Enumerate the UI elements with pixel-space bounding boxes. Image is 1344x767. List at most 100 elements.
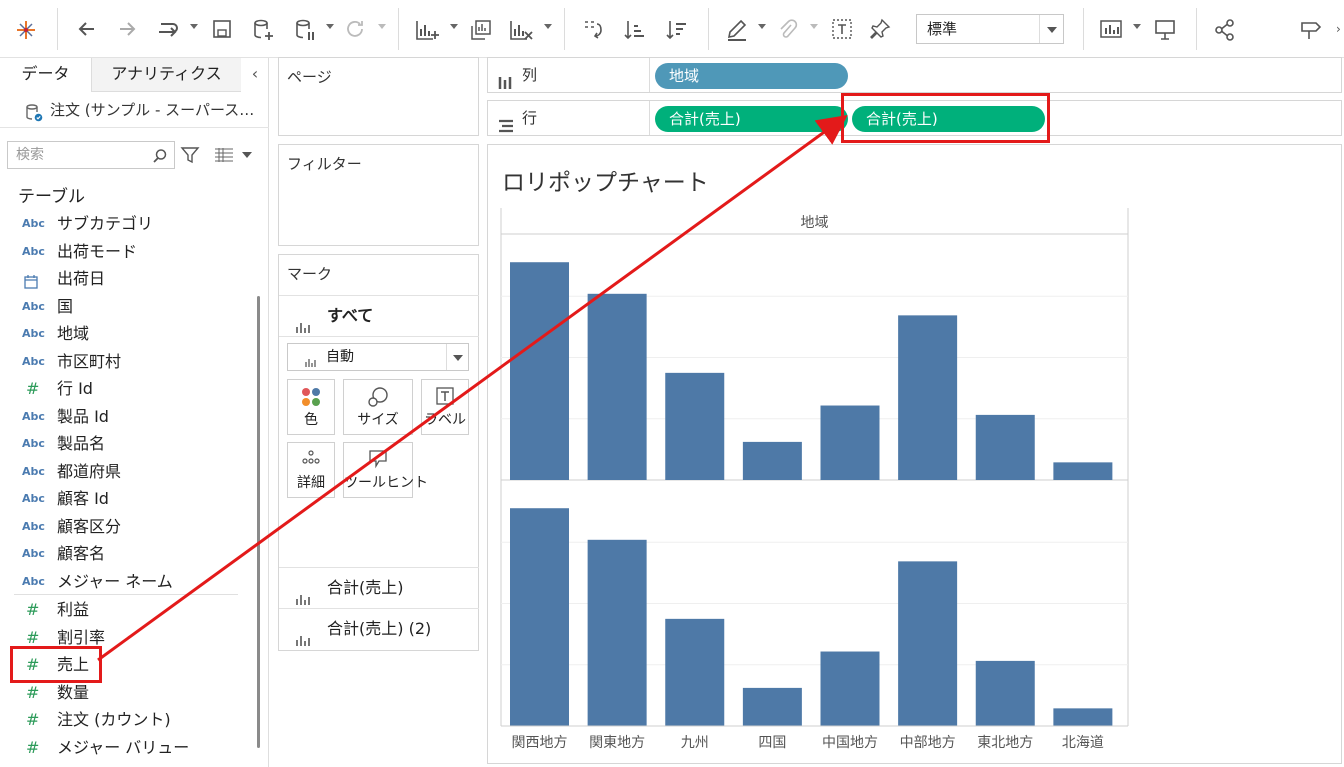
bar-関西地方[interactable] [510,508,569,726]
replay-icon[interactable] [152,16,184,44]
show-hide-cards-icon[interactable] [1296,16,1326,44]
clear-sheet-icon[interactable] [506,16,536,44]
columns-shelf[interactable]: 列 地域 [487,57,1342,93]
bar-中国地方[interactable] [820,651,880,726]
fit-select[interactable]: 標準 [916,14,1064,44]
tableau-logo-icon[interactable] [12,16,40,44]
bar-関東地方[interactable] [587,539,647,726]
field-item[interactable]: Abc 顧客名 [0,540,240,567]
chevron-down-icon[interactable] [1039,15,1063,43]
pin-icon[interactable] [866,16,894,44]
field-item[interactable]: 出荷日 [0,265,240,292]
pages-shelf[interactable]: ページ [278,57,479,136]
bar-中部地方[interactable] [898,561,958,726]
redo-icon[interactable] [112,16,142,44]
bar-北海道[interactable] [1053,708,1113,726]
bar-四国[interactable] [742,687,802,726]
marks-tab-sales-2[interactable]: 合計(売上) (2) [279,608,479,649]
duplicate-icon[interactable] [466,16,496,44]
field-item[interactable]: Abc サブカテゴリ [0,210,240,237]
number-type-icon: # [26,379,40,398]
number-type-icon: # [26,600,40,619]
pages-title: ページ [287,68,332,86]
search-input[interactable]: 検索 [7,141,175,169]
chevron-right-icon[interactable]: › [1336,22,1341,36]
field-item[interactable]: # 注文 (カウント) [0,706,240,733]
sort-ascending-icon[interactable] [620,16,650,44]
columns-label-text: 列 [522,66,538,84]
bar-北海道[interactable] [1053,462,1113,480]
tab-analytics[interactable]: アナリティクス [91,58,241,92]
field-label: 行 Id [57,379,93,398]
undo-icon[interactable] [72,16,102,44]
group-icon[interactable] [772,16,802,44]
field-label: メジャー ネーム [57,571,173,591]
filter-icon[interactable] [180,145,200,169]
marks-measure-label: 合計(売上) (2) [327,619,432,638]
bar-九州[interactable] [665,618,725,726]
refresh-icon[interactable] [340,16,370,44]
detail-label: 詳細 [297,475,325,491]
save-icon[interactable] [208,16,236,44]
number-type-icon: # [26,710,40,730]
field-item[interactable]: Abc 市区町村 [0,348,240,375]
new-worksheet-icon[interactable] [412,16,442,44]
share-icon[interactable] [1210,16,1240,44]
x-tick-label: 中国地方 [822,735,878,751]
rows-pill-sales[interactable]: 合計(売上) [655,106,848,132]
filters-shelf[interactable]: フィルター [278,144,479,246]
search-icon[interactable] [152,147,168,173]
label-icon[interactable] [828,16,856,44]
string-type-icon: Abc [22,409,45,423]
new-datasource-icon[interactable] [248,16,278,44]
list-view-icon[interactable] [214,148,234,166]
label-button[interactable]: ラベル [421,379,469,435]
tooltip-button[interactable]: ツールヒント [343,442,428,498]
bar-東北地方[interactable] [975,660,1035,726]
presentation-icon[interactable] [1150,16,1180,44]
bar-東北地方[interactable] [975,414,1035,480]
bar-関東地方[interactable] [587,293,647,480]
field-divider [14,594,238,595]
chevron-down-icon[interactable] [242,152,252,158]
data-pane-scrollbar[interactable] [257,296,260,748]
swap-icon[interactable] [578,16,608,44]
field-item[interactable]: Abc 製品名 [0,430,240,457]
bar-中部地方[interactable] [898,315,958,480]
field-item[interactable]: Abc 出荷モード [0,238,240,265]
bar-関西地方[interactable] [510,262,569,480]
columns-pill-region[interactable]: 地域 [655,63,848,89]
field-item[interactable]: Abc 都道府県 [0,458,240,485]
pause-updates-icon[interactable] [290,16,320,44]
field-item[interactable]: # メジャー バリュー [0,734,240,761]
detail-button[interactable]: 詳細 [287,442,335,498]
bar-四国[interactable] [742,441,802,480]
bar-九州[interactable] [665,372,725,480]
chevron-down-icon[interactable] [446,344,468,370]
bar-中国地方[interactable] [820,405,880,480]
field-item[interactable]: Abc 国 [0,293,240,320]
string-type-icon: Abc [22,574,45,588]
sort-descending-icon[interactable] [662,16,692,44]
datasource-item[interactable]: 注文 (サンプル - スーパース… [0,94,269,128]
fit-select-value: 標準 [927,20,958,38]
field-item[interactable]: # 行 Id [0,375,240,402]
size-button[interactable]: サイズ [343,379,413,435]
field-item[interactable]: Abc 顧客 Id [0,485,240,512]
field-item[interactable]: Abc メジャー ネーム [0,568,240,595]
chart: 地域関西地方 関東地方 九州 四国 中国地方 中部地方 東北地方 北海道 [500,208,1129,751]
tab-data[interactable]: データ [0,58,91,92]
marks-all-label: すべて [327,306,374,325]
highlight-icon[interactable] [722,16,752,44]
color-button[interactable]: 色 [287,379,335,435]
field-item[interactable]: Abc 地域 [0,320,240,347]
marks-tab-sales[interactable]: 合計(売上) [279,567,479,608]
mark-type-select[interactable]: 自動 [287,343,469,371]
field-item[interactable]: # 利益 [0,596,240,623]
marks-tab-all[interactable]: すべて [279,295,479,336]
collapse-pane-icon[interactable]: ‹ [244,62,266,86]
field-item[interactable]: Abc 顧客区分 [0,513,240,540]
marks-title: マーク [287,265,333,283]
show-me-icon[interactable] [1096,16,1130,44]
field-item[interactable]: Abc 製品 Id [0,403,240,430]
